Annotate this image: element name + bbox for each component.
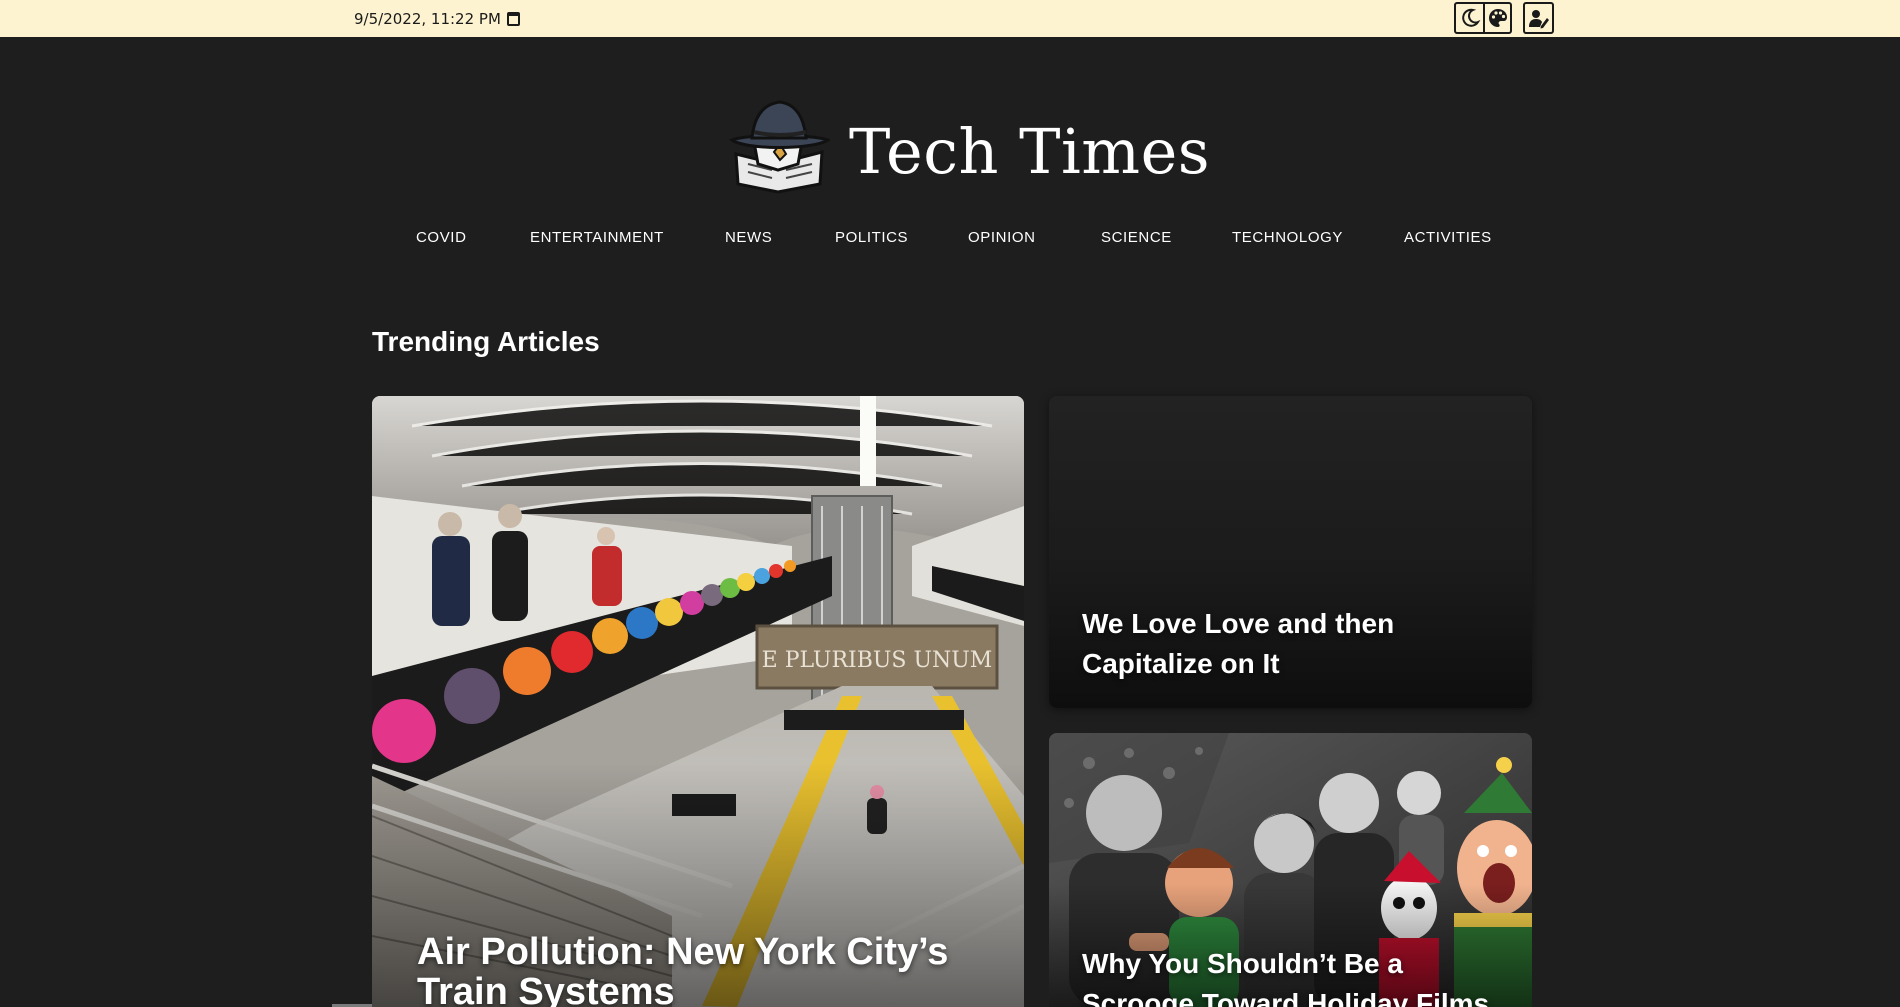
detective-newspaper-logo [728,100,832,194]
moon-icon [1461,8,1480,27]
section-title: Trending Articles [372,326,600,357]
palette-icon [1488,9,1507,27]
theme-controls [1454,2,1512,34]
profile-controls [1523,2,1554,34]
nav-item-entertainment[interactable]: ENTERTAINMENT [530,226,664,250]
edit-profile-button[interactable] [1525,4,1552,32]
date-display: 9/5/2022, 11:22 PM [354,9,520,29]
nav-item-politics[interactable]: POLITICS [835,226,908,250]
top-bar: 9/5/2022, 11:22 PM [0,0,1900,37]
article-title[interactable]: Air Pollution: New York City’s Train Sys… [417,932,1017,1007]
edit-profile-icon [1528,10,1549,29]
nav-item-activities[interactable]: ACTIVITIES [1404,226,1492,250]
site-logo[interactable] [728,98,832,194]
calendar-icon[interactable] [506,12,520,26]
article-title[interactable]: Why You Shouldn’t Be a Scrooge Toward Ho… [1082,944,1522,1007]
nav-item-technology[interactable]: TECHNOLOGY [1232,226,1343,250]
article-card-featured[interactable]: E PLURIBUS UNUM Air Pollution: New York … [372,396,1024,1007]
nav-item-science[interactable]: SCIENCE [1101,226,1172,250]
current-datetime: 9/5/2022, 11:22 PM [354,10,501,28]
site-title[interactable]: Tech Times [849,114,1210,190]
subway-station-photo: E PLURIBUS UNUM [372,396,1024,1007]
nav-item-news[interactable]: NEWS [725,226,772,250]
article-card[interactable]: We Love Love and then Capitalize on It [1049,396,1532,708]
color-theme-button[interactable] [1483,4,1510,32]
dark-mode-toggle[interactable] [1456,4,1483,32]
nav-item-opinion[interactable]: OPINION [968,226,1036,250]
article-title[interactable]: We Love Love and then Capitalize on It [1082,604,1502,684]
category-nav: COVID ENTERTAINMENT NEWS POLITICS OPINIO… [0,226,1900,250]
nav-item-covid[interactable]: COVID [416,226,467,250]
article-card[interactable]: Why You Shouldn’t Be a Scrooge Toward Ho… [1049,733,1532,1007]
toolbar [1454,2,1554,34]
